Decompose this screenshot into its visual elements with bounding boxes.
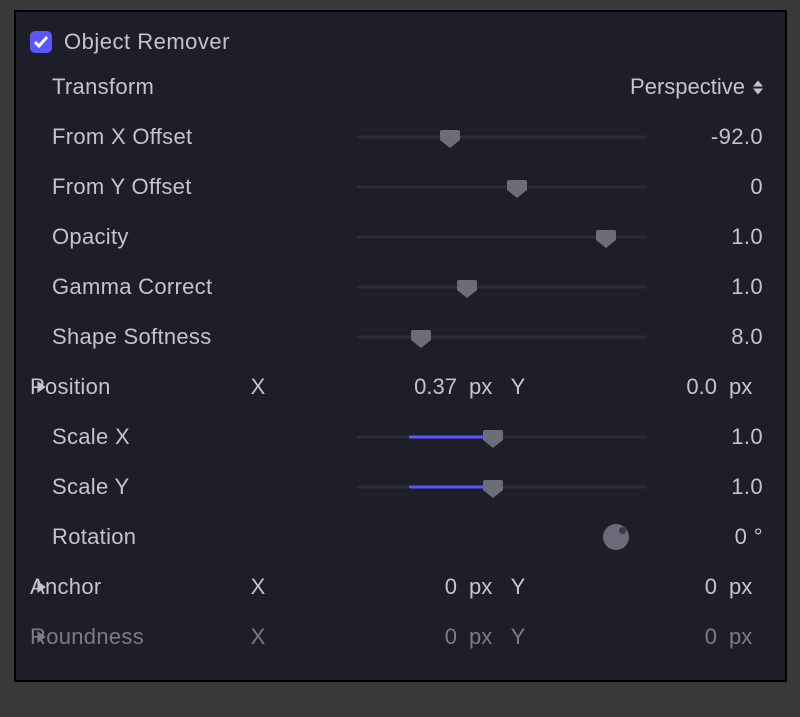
position-y-unit: px bbox=[723, 374, 763, 400]
scale-y-label: Scale Y bbox=[52, 474, 242, 500]
roundness-x-unit: px bbox=[463, 624, 503, 650]
scale-x-label: Scale X bbox=[52, 424, 242, 450]
opacity-value[interactable]: 1.0 bbox=[667, 224, 763, 250]
slider-thumb[interactable] bbox=[483, 478, 503, 496]
effect-inspector-panel: Object Remover Transform Perspective Fro… bbox=[14, 10, 787, 682]
anchor-xy: X 0 px Y 0 px bbox=[243, 574, 763, 600]
slider-thumb[interactable] bbox=[411, 328, 431, 346]
anchor-y-unit: px bbox=[723, 574, 763, 600]
transform-value: Perspective bbox=[630, 74, 745, 100]
gamma-row: Gamma Correct 1.0 bbox=[30, 262, 763, 312]
scale-y-slider[interactable] bbox=[357, 473, 647, 501]
position-x-axis: X bbox=[243, 374, 273, 400]
from-y-offset-row: From Y Offset 0 bbox=[30, 162, 763, 212]
roundness-xy: X 0 px Y 0 px bbox=[243, 624, 763, 650]
position-xy: X 0.37 px Y 0.0 px bbox=[243, 374, 763, 400]
position-x-value[interactable]: 0.37 bbox=[273, 374, 463, 400]
slider-thumb[interactable] bbox=[507, 178, 527, 196]
roundness-x-axis: X bbox=[243, 624, 273, 650]
from-y-offset-value[interactable]: 0 bbox=[667, 174, 763, 200]
anchor-x-unit: px bbox=[463, 574, 503, 600]
rotation-label: Rotation bbox=[52, 524, 242, 550]
transform-label: Transform bbox=[52, 74, 242, 100]
rotation-knob[interactable] bbox=[603, 524, 629, 550]
roundness-y-axis: Y bbox=[503, 624, 533, 650]
roundness-row: Roundness X 0 px Y 0 px bbox=[30, 612, 763, 662]
opacity-label: Opacity bbox=[52, 224, 242, 250]
scale-x-slider[interactable] bbox=[357, 423, 647, 451]
roundness-y-unit: px bbox=[723, 624, 763, 650]
gamma-label: Gamma Correct bbox=[52, 274, 242, 300]
gamma-slider[interactable] bbox=[357, 273, 647, 301]
transform-row: Transform Perspective bbox=[30, 62, 763, 112]
position-x-unit: px bbox=[463, 374, 503, 400]
position-y-value[interactable]: 0.0 bbox=[533, 374, 723, 400]
position-label: Position bbox=[30, 374, 242, 400]
opacity-row: Opacity 1.0 bbox=[30, 212, 763, 262]
from-x-offset-label: From X Offset bbox=[52, 124, 242, 150]
rotation-row: Rotation 0 ° bbox=[30, 512, 763, 562]
from-x-offset-value[interactable]: -92.0 bbox=[667, 124, 763, 150]
anchor-x-axis: X bbox=[243, 574, 273, 600]
slider-thumb[interactable] bbox=[596, 228, 616, 246]
anchor-y-axis: Y bbox=[503, 574, 533, 600]
anchor-row: Anchor X 0 px Y 0 px bbox=[30, 562, 763, 612]
position-row: Position X 0.37 px Y 0.0 px bbox=[30, 362, 763, 412]
slider-thumb[interactable] bbox=[483, 428, 503, 446]
slider-thumb[interactable] bbox=[457, 278, 477, 296]
roundness-x-value[interactable]: 0 bbox=[273, 624, 463, 650]
position-y-axis: Y bbox=[503, 374, 533, 400]
anchor-x-value[interactable]: 0 bbox=[273, 574, 463, 600]
from-x-offset-row: From X Offset -92.0 bbox=[30, 112, 763, 162]
scale-y-value[interactable]: 1.0 bbox=[667, 474, 763, 500]
roundness-label: Roundness bbox=[30, 624, 242, 650]
transform-dropdown[interactable]: Perspective bbox=[630, 74, 763, 100]
from-x-offset-slider[interactable] bbox=[357, 123, 647, 151]
gamma-value[interactable]: 1.0 bbox=[667, 274, 763, 300]
softness-row: Shape Softness 8.0 bbox=[30, 312, 763, 362]
from-y-offset-slider[interactable] bbox=[357, 173, 647, 201]
rotation-value[interactable]: 0 ° bbox=[667, 524, 763, 550]
slider-thumb[interactable] bbox=[440, 128, 460, 146]
softness-value[interactable]: 8.0 bbox=[667, 324, 763, 350]
effect-title: Object Remover bbox=[64, 29, 230, 55]
anchor-label: Anchor bbox=[30, 574, 242, 600]
scale-y-row: Scale Y 1.0 bbox=[30, 462, 763, 512]
roundness-y-value[interactable]: 0 bbox=[533, 624, 723, 650]
stepper-icon bbox=[753, 80, 763, 95]
effect-header: Object Remover bbox=[30, 22, 763, 62]
anchor-y-value[interactable]: 0 bbox=[533, 574, 723, 600]
from-y-offset-label: From Y Offset bbox=[52, 174, 242, 200]
scale-x-value[interactable]: 1.0 bbox=[667, 424, 763, 450]
softness-label: Shape Softness bbox=[52, 324, 242, 350]
scale-x-row: Scale X 1.0 bbox=[30, 412, 763, 462]
softness-slider[interactable] bbox=[357, 323, 647, 351]
opacity-slider[interactable] bbox=[357, 223, 647, 251]
effect-enable-checkbox[interactable] bbox=[30, 31, 52, 53]
